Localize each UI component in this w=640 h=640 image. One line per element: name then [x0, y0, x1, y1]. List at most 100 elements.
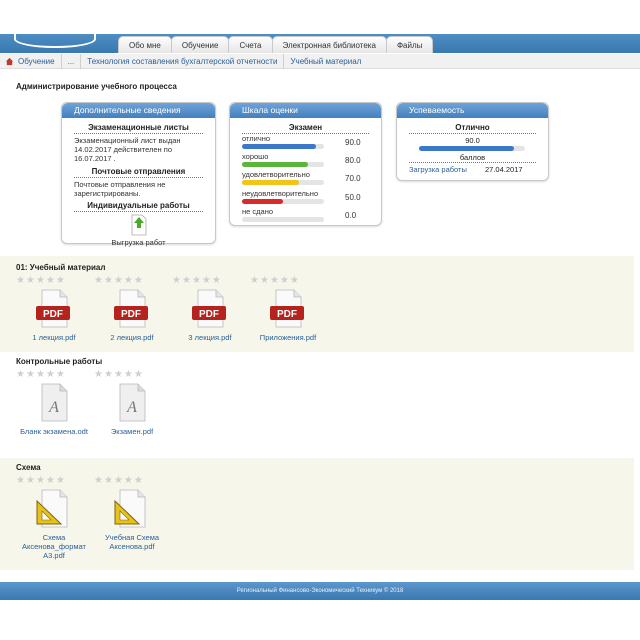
file-name[interactable]: 3 лекция.pdf: [172, 333, 248, 342]
tab-files[interactable]: Файлы: [385, 36, 434, 53]
star-icon[interactable]: ★: [134, 276, 143, 286]
star-icon[interactable]: ★: [104, 370, 113, 380]
breadcrumb-item-current[interactable]: Учебный материал: [284, 54, 367, 69]
section-title: 01: Учебный материал: [16, 263, 106, 272]
file-item[interactable]: ★ ★ ★ ★ ★ PDF Приложения.pdf: [250, 276, 326, 343]
progress-panel: Успеваемость Отлично 90.0 баллов Загрузк…: [396, 102, 549, 181]
rating-stars[interactable]: ★ ★ ★ ★ ★: [94, 370, 170, 380]
exam-sheets-heading: Экзаменационные листы: [74, 123, 203, 134]
pdf-icon[interactable]: PDF: [34, 289, 74, 329]
rating-stars[interactable]: ★ ★ ★ ★ ★: [16, 476, 92, 486]
star-icon[interactable]: ★: [36, 370, 45, 380]
star-icon[interactable]: ★: [124, 370, 133, 380]
grade-value: 0.0: [345, 211, 357, 220]
star-icon[interactable]: ★: [36, 476, 45, 486]
rating-stars[interactable]: ★ ★ ★ ★ ★: [94, 476, 170, 486]
document-icon[interactable]: A: [34, 383, 74, 423]
star-icon[interactable]: ★: [16, 276, 25, 286]
grade-value: 50.0: [345, 193, 361, 202]
tab-accounts[interactable]: Счета: [228, 36, 273, 53]
star-icon[interactable]: ★: [26, 276, 35, 286]
star-icon[interactable]: ★: [202, 276, 211, 286]
file-item[interactable]: ★ ★ ★ ★ ★ PDF 1 лекция.pdf: [16, 276, 92, 343]
star-icon[interactable]: ★: [280, 276, 289, 286]
file-item[interactable]: ★ ★ ★ ★ ★ PDF 2 лекция.pdf: [94, 276, 170, 343]
upload-work-link[interactable]: Загрузка работы: [409, 165, 467, 174]
file-name[interactable]: Бланк экзамена.odt: [16, 427, 92, 436]
star-icon[interactable]: ★: [56, 370, 65, 380]
star-icon[interactable]: ★: [94, 476, 103, 486]
breadcrumb-item-ellipsis[interactable]: ...: [62, 53, 82, 69]
file-item[interactable]: ★ ★ ★ ★ ★ Схема Аксенова_формат А3.pdf: [16, 476, 92, 561]
file-item[interactable]: ★ ★ ★ ★ ★ Учебная Схема Аксенова.pdf: [94, 476, 170, 552]
upload-works-button[interactable]: Выгрузка работ: [62, 214, 215, 247]
star-icon[interactable]: ★: [26, 476, 35, 486]
grade-label: хорошо: [242, 152, 269, 161]
star-icon[interactable]: ★: [46, 476, 55, 486]
star-icon[interactable]: ★: [172, 276, 181, 286]
star-icon[interactable]: ★: [260, 276, 269, 286]
exam-sheets-text: Экзаменационный лист выдан 14.02.2017 де…: [74, 136, 181, 163]
file-name[interactable]: Учебная Схема Аксенова.pdf: [94, 533, 170, 551]
star-icon[interactable]: ★: [94, 276, 103, 286]
star-icon[interactable]: ★: [134, 370, 143, 380]
rating-stars[interactable]: ★ ★ ★ ★ ★: [172, 276, 248, 286]
star-icon[interactable]: ★: [56, 276, 65, 286]
grade-bar-fill: [242, 162, 308, 167]
star-icon[interactable]: ★: [182, 276, 191, 286]
pdf-icon[interactable]: PDF: [190, 289, 230, 329]
page-title: Администрирование учебного процесса: [16, 82, 177, 91]
star-icon[interactable]: ★: [114, 370, 123, 380]
pdf-icon[interactable]: PDF: [112, 289, 152, 329]
star-icon[interactable]: ★: [212, 276, 221, 286]
star-icon[interactable]: ★: [26, 370, 35, 380]
file-name[interactable]: Схема Аксенова_формат А3.pdf: [16, 533, 92, 560]
star-icon[interactable]: ★: [290, 276, 299, 286]
breadcrumb-item-learning[interactable]: Обучение: [0, 53, 62, 69]
file-name[interactable]: Приложения.pdf: [250, 333, 326, 342]
star-icon[interactable]: ★: [46, 370, 55, 380]
mail-heading: Почтовые отправления: [74, 167, 203, 178]
ruler-triangle-icon[interactable]: [34, 489, 74, 529]
star-icon[interactable]: ★: [56, 476, 65, 486]
file-name[interactable]: 2 лекция.pdf: [94, 333, 170, 342]
star-icon[interactable]: ★: [124, 476, 133, 486]
star-icon[interactable]: ★: [16, 370, 25, 380]
star-icon[interactable]: ★: [36, 276, 45, 286]
star-icon[interactable]: ★: [114, 276, 123, 286]
pdf-icon[interactable]: PDF: [268, 289, 308, 329]
tab-learning[interactable]: Обучение: [170, 36, 230, 53]
breadcrumb-item-course[interactable]: Технология составления бухгалтерской отч…: [81, 53, 285, 69]
star-icon[interactable]: ★: [16, 476, 25, 486]
site-logo[interactable]: [14, 30, 96, 48]
star-icon[interactable]: ★: [134, 476, 143, 486]
file-name[interactable]: 1 лекция.pdf: [16, 333, 92, 342]
svg-text:A: A: [48, 399, 59, 416]
rating-stars[interactable]: ★ ★ ★ ★ ★: [250, 276, 326, 286]
star-icon[interactable]: ★: [192, 276, 201, 286]
rating-stars[interactable]: ★ ★ ★ ★ ★: [16, 276, 92, 286]
star-icon[interactable]: ★: [124, 276, 133, 286]
exam-column-heading: Экзамен: [242, 123, 369, 134]
progress-bar-fill: [419, 146, 515, 151]
rating-stars[interactable]: ★ ★ ★ ★ ★: [94, 276, 170, 286]
document-icon[interactable]: A: [112, 383, 152, 423]
star-icon[interactable]: ★: [250, 276, 259, 286]
grade-bar: [242, 217, 324, 222]
star-icon[interactable]: ★: [104, 276, 113, 286]
star-icon[interactable]: ★: [114, 476, 123, 486]
star-icon[interactable]: ★: [94, 370, 103, 380]
star-icon[interactable]: ★: [46, 276, 55, 286]
grade-value: 90.0: [345, 138, 361, 147]
tab-about[interactable]: Обо мне: [118, 36, 172, 53]
file-item[interactable]: ★ ★ ★ ★ ★ A Бланк экзамена.odt: [16, 370, 92, 437]
file-item[interactable]: ★ ★ ★ ★ ★ PDF 3 лекция.pdf: [172, 276, 248, 343]
tab-library[interactable]: Электронная библиотека: [271, 36, 387, 53]
file-item[interactable]: ★ ★ ★ ★ ★ A Экзамен.pdf: [94, 370, 170, 437]
grade-label: не сдано: [242, 207, 274, 216]
star-icon[interactable]: ★: [104, 476, 113, 486]
rating-stars[interactable]: ★ ★ ★ ★ ★: [16, 370, 92, 380]
star-icon[interactable]: ★: [270, 276, 279, 286]
ruler-triangle-icon[interactable]: [112, 489, 152, 529]
file-name[interactable]: Экзамен.pdf: [94, 427, 170, 436]
